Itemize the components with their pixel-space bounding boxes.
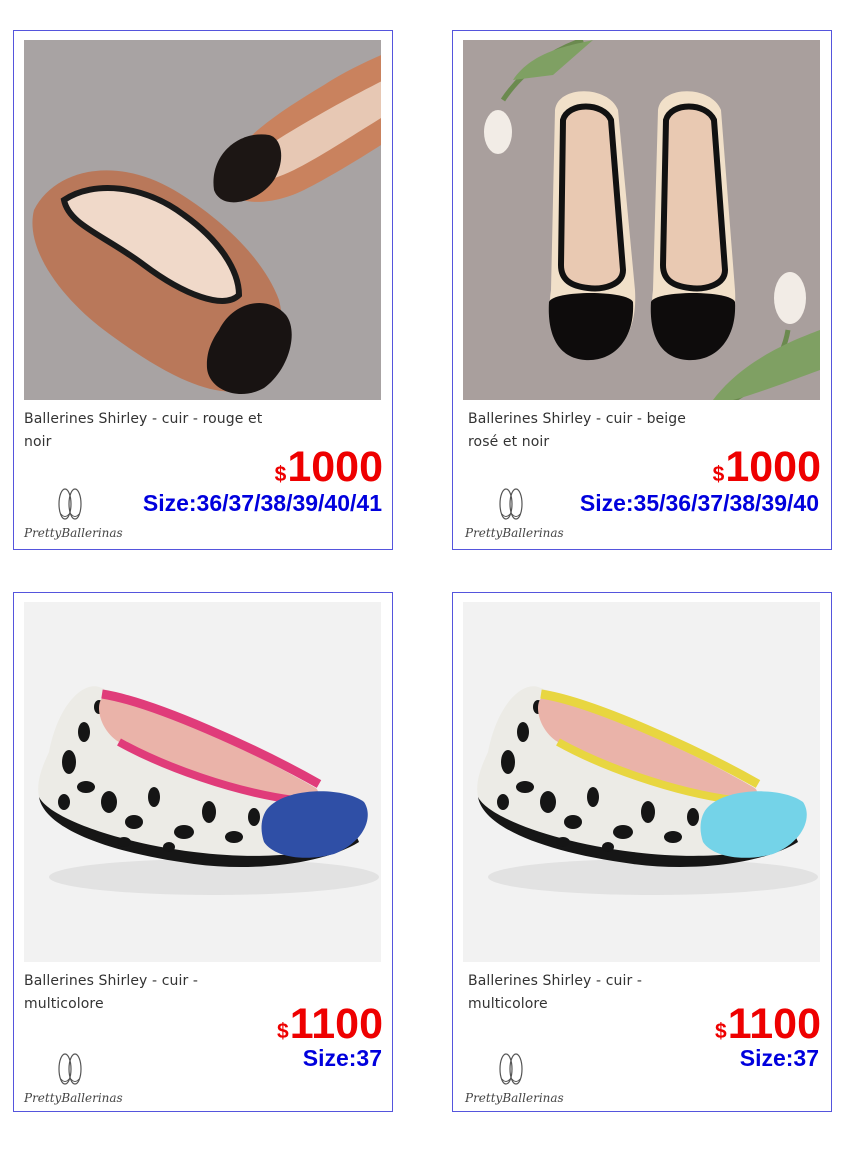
product-title[interactable]: Ballerines Shirley - cuir - beige rosé e… bbox=[468, 408, 718, 454]
ballet-flat-photo-icon bbox=[463, 602, 820, 962]
currency-symbol: $ bbox=[715, 1020, 727, 1043]
ballet-shoes-logo-icon bbox=[499, 488, 523, 520]
product-card[interactable]: Ballerines Shirley - cuir - multicolore … bbox=[452, 592, 832, 1112]
product-sizes: Size:36/37/38/39/40/41 bbox=[142, 490, 382, 516]
product-title[interactable]: Ballerines Shirley - cuir - multicolore bbox=[468, 970, 718, 1016]
ballet-shoes-logo-icon bbox=[499, 1053, 523, 1085]
currency-symbol: $ bbox=[712, 463, 725, 486]
brand-name: PrettyBallerinas bbox=[465, 1091, 564, 1105]
brand-logo: PrettyBallerinas bbox=[22, 486, 123, 544]
product-image[interactable] bbox=[24, 602, 381, 962]
ballet-flats-photo-icon bbox=[24, 40, 381, 400]
ballet-flat-photo-icon bbox=[24, 602, 381, 962]
product-image[interactable] bbox=[463, 602, 820, 962]
brand-name: PrettyBallerinas bbox=[465, 526, 564, 540]
product-card[interactable]: Ballerines Shirley - cuir - multicolore … bbox=[13, 592, 393, 1112]
brand-name: PrettyBallerinas bbox=[24, 526, 123, 540]
product-card[interactable]: Ballerines Shirley - cuir - beige rosé e… bbox=[452, 30, 832, 550]
product-image[interactable] bbox=[463, 40, 820, 400]
ballet-shoes-logo-icon bbox=[58, 488, 82, 520]
currency-symbol: $ bbox=[274, 463, 287, 486]
ballet-shoes-logo-icon bbox=[58, 1053, 82, 1085]
price-value: 1000 bbox=[725, 443, 821, 491]
ballet-flats-photo-icon bbox=[463, 40, 820, 400]
product-sizes: Size:35/36/37/38/39/40 bbox=[579, 490, 819, 516]
product-title[interactable]: Ballerines Shirley - cuir - multicolore bbox=[24, 970, 274, 1016]
brand-name: PrettyBallerinas bbox=[24, 1091, 123, 1105]
product-sizes: Size:37 bbox=[302, 1045, 382, 1071]
product-title[interactable]: Ballerines Shirley - cuir - rouge et noi… bbox=[24, 408, 274, 454]
product-sizes: Size:37 bbox=[739, 1045, 819, 1071]
brand-logo: PrettyBallerinas bbox=[463, 486, 564, 544]
brand-logo: PrettyBallerinas bbox=[22, 1051, 123, 1109]
price-value: 1100 bbox=[727, 1000, 821, 1048]
price-value: 1000 bbox=[287, 443, 383, 491]
product-card[interactable]: Ballerines Shirley - cuir - rouge et noi… bbox=[13, 30, 393, 550]
currency-symbol: $ bbox=[277, 1020, 289, 1043]
price-value: 1100 bbox=[289, 1000, 383, 1048]
product-image[interactable] bbox=[24, 40, 381, 400]
brand-logo: PrettyBallerinas bbox=[463, 1051, 564, 1109]
